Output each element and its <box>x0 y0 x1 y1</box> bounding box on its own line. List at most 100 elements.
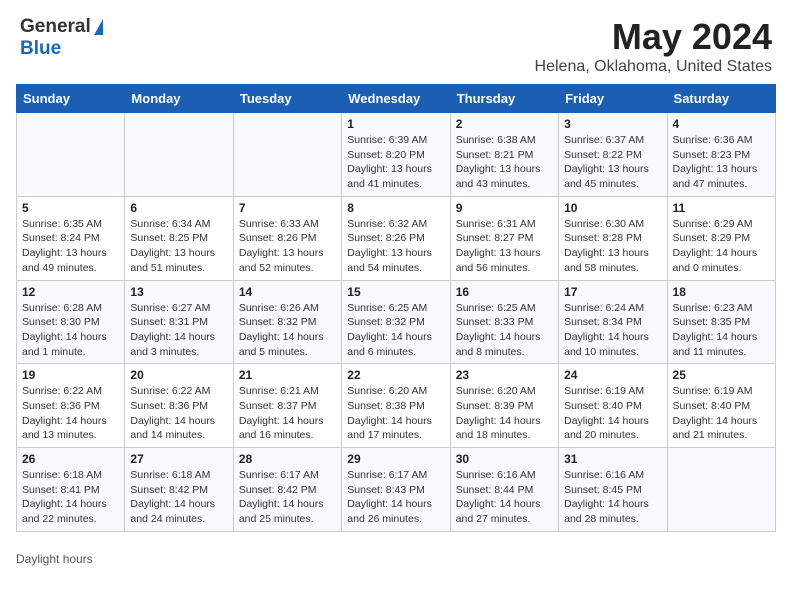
day-number: 26 <box>22 452 119 466</box>
day-number: 24 <box>564 368 661 382</box>
calendar-cell <box>667 448 775 532</box>
day-number: 12 <box>22 285 119 299</box>
day-number: 18 <box>673 285 770 299</box>
calendar-cell: 16Sunrise: 6:25 AMSunset: 8:33 PMDayligh… <box>450 280 558 364</box>
day-number: 29 <box>347 452 444 466</box>
calendar-cell <box>233 113 341 197</box>
day-info: Sunrise: 6:35 AMSunset: 8:24 PMDaylight:… <box>22 217 119 276</box>
calendar-cell: 4Sunrise: 6:36 AMSunset: 8:23 PMDaylight… <box>667 113 775 197</box>
calendar-cell: 10 Sunrise: 6:30 AMSunset: 8:28 PMDayligh… <box>559 196 667 280</box>
day-number: 3 <box>564 117 661 131</box>
col-thursday: Thursday <box>450 85 558 113</box>
calendar-table: Sunday Monday Tuesday Wednesday Thursday… <box>16 84 776 532</box>
day-info: Sunrise: 6:24 AMSunset: 8:34 PMDaylight:… <box>564 301 661 360</box>
day-number: 28 <box>239 452 336 466</box>
day-info: Sunrise: 6:20 AMSunset: 8:38 PMDaylight:… <box>347 384 444 443</box>
calendar-cell <box>125 113 233 197</box>
day-info: Sunrise: 6:38 AMSunset: 8:21 PMDaylight:… <box>456 133 553 192</box>
day-info: Sunrise: 6:34 AMSunset: 8:25 PMDaylight:… <box>130 217 227 276</box>
calendar-cell: 13 Sunrise: 6:27 AMSunset: 8:31 PMDayligh… <box>125 280 233 364</box>
day-number: 10 <box>564 201 661 215</box>
calendar-cell: 24Sunrise: 6:19 AMSunset: 8:40 PMDayligh… <box>559 364 667 448</box>
calendar-cell: 23 Sunrise: 6:20 AMSunset: 8:39 PMDayligh… <box>450 364 558 448</box>
calendar-cell: 7 Sunrise: 6:33 AMSunset: 8:26 PMDaylight… <box>233 196 341 280</box>
day-info: Sunrise: 6:20 AMSunset: 8:39 PMDaylight:… <box>456 384 553 443</box>
day-info: Sunrise: 6:23 AMSunset: 8:35 PMDaylight:… <box>673 301 770 360</box>
day-number: 27 <box>130 452 227 466</box>
col-friday: Friday <box>559 85 667 113</box>
calendar-cell: 15Sunrise: 6:25 AMSunset: 8:32 PMDayligh… <box>342 280 450 364</box>
day-info: Sunrise: 6:30 AMSunset: 8:28 PMDaylight:… <box>564 217 661 276</box>
day-info: Sunrise: 6:31 AMSunset: 8:27 PMDaylight:… <box>456 217 553 276</box>
col-saturday: Saturday <box>667 85 775 113</box>
calendar-cell: 9 Sunrise: 6:31 AMSunset: 8:27 PMDaylight… <box>450 196 558 280</box>
day-info: Sunrise: 6:33 AMSunset: 8:26 PMDaylight:… <box>239 217 336 276</box>
day-number: 5 <box>22 201 119 215</box>
calendar-title: May 2024 <box>535 16 772 58</box>
calendar-week-1: 1Sunrise: 6:39 AMSunset: 8:20 PMDaylight… <box>17 113 776 197</box>
calendar-cell: 17 Sunrise: 6:24 AMSunset: 8:34 PMDayligh… <box>559 280 667 364</box>
calendar-week-2: 5 Sunrise: 6:35 AMSunset: 8:24 PMDaylight… <box>17 196 776 280</box>
col-monday: Monday <box>125 85 233 113</box>
footer: Daylight hours <box>0 548 792 574</box>
day-number: 9 <box>456 201 553 215</box>
calendar-cell: 25 Sunrise: 6:19 AMSunset: 8:40 PMDayligh… <box>667 364 775 448</box>
logo-general-text: General <box>20 16 91 38</box>
calendar-subtitle: Helena, Oklahoma, United States <box>535 58 772 76</box>
day-number: 22 <box>347 368 444 382</box>
day-info: Sunrise: 6:28 AMSunset: 8:30 PMDaylight:… <box>22 301 119 360</box>
day-number: 2 <box>456 117 553 131</box>
calendar-cell: 20Sunrise: 6:22 AMSunset: 8:36 PMDayligh… <box>125 364 233 448</box>
calendar-cell: 6Sunrise: 6:34 AMSunset: 8:25 PMDaylight… <box>125 196 233 280</box>
calendar-container: Sunday Monday Tuesday Wednesday Thursday… <box>0 84 792 548</box>
day-number: 30 <box>456 452 553 466</box>
day-number: 21 <box>239 368 336 382</box>
day-number: 19 <box>22 368 119 382</box>
day-number: 15 <box>347 285 444 299</box>
day-number: 11 <box>673 201 770 215</box>
calendar-cell: 26 Sunrise: 6:18 AMSunset: 8:41 PMDayligh… <box>17 448 125 532</box>
day-info: Sunrise: 6:36 AMSunset: 8:23 PMDaylight:… <box>673 133 770 192</box>
calendar-cell: 22 Sunrise: 6:20 AMSunset: 8:38 PMDayligh… <box>342 364 450 448</box>
logo-triangle-icon <box>94 19 103 35</box>
calendar-cell: 18 Sunrise: 6:23 AMSunset: 8:35 PMDayligh… <box>667 280 775 364</box>
day-info: Sunrise: 6:26 AMSunset: 8:32 PMDaylight:… <box>239 301 336 360</box>
day-info: Sunrise: 6:22 AMSunset: 8:36 PMDaylight:… <box>22 384 119 443</box>
day-number: 13 <box>130 285 227 299</box>
day-info: Sunrise: 6:18 AMSunset: 8:42 PMDaylight:… <box>130 468 227 527</box>
page-header: General Blue May 2024 Helena, Oklahoma, … <box>0 0 792 84</box>
calendar-cell: 3 Sunrise: 6:37 AMSunset: 8:22 PMDaylight… <box>559 113 667 197</box>
day-info: Sunrise: 6:18 AMSunset: 8:41 PMDaylight:… <box>22 468 119 527</box>
calendar-week-4: 19 Sunrise: 6:22 AMSunset: 8:36 PMDayligh… <box>17 364 776 448</box>
day-number: 17 <box>564 285 661 299</box>
calendar-cell: 8 Sunrise: 6:32 AMSunset: 8:26 PMDaylight… <box>342 196 450 280</box>
col-wednesday: Wednesday <box>342 85 450 113</box>
day-number: 23 <box>456 368 553 382</box>
day-number: 14 <box>239 285 336 299</box>
calendar-cell: 29 Sunrise: 6:17 AMSunset: 8:43 PMDayligh… <box>342 448 450 532</box>
day-info: Sunrise: 6:27 AMSunset: 8:31 PMDaylight:… <box>130 301 227 360</box>
day-info: Sunrise: 6:16 AMSunset: 8:45 PMDaylight:… <box>564 468 661 527</box>
daylight-hours-label: Daylight hours <box>16 552 93 566</box>
calendar-cell: 2 Sunrise: 6:38 AMSunset: 8:21 PMDaylight… <box>450 113 558 197</box>
day-number: 31 <box>564 452 661 466</box>
day-number: 7 <box>239 201 336 215</box>
day-number: 16 <box>456 285 553 299</box>
day-info: Sunrise: 6:32 AMSunset: 8:26 PMDaylight:… <box>347 217 444 276</box>
day-number: 25 <box>673 368 770 382</box>
day-info: Sunrise: 6:16 AMSunset: 8:44 PMDaylight:… <box>456 468 553 527</box>
calendar-week-5: 26 Sunrise: 6:18 AMSunset: 8:41 PMDayligh… <box>17 448 776 532</box>
calendar-cell: 28 Sunrise: 6:17 AMSunset: 8:42 PMDayligh… <box>233 448 341 532</box>
calendar-cell: 14 Sunrise: 6:26 AMSunset: 8:32 PMDayligh… <box>233 280 341 364</box>
calendar-cell: 27 Sunrise: 6:18 AMSunset: 8:42 PMDayligh… <box>125 448 233 532</box>
day-info: Sunrise: 6:17 AMSunset: 8:42 PMDaylight:… <box>239 468 336 527</box>
calendar-cell: 30 Sunrise: 6:16 AMSunset: 8:44 PMDayligh… <box>450 448 558 532</box>
day-number: 8 <box>347 201 444 215</box>
day-info: Sunrise: 6:19 AMSunset: 8:40 PMDaylight:… <box>673 384 770 443</box>
day-info: Sunrise: 6:17 AMSunset: 8:43 PMDaylight:… <box>347 468 444 527</box>
day-info: Sunrise: 6:37 AMSunset: 8:22 PMDaylight:… <box>564 133 661 192</box>
calendar-cell: 21Sunrise: 6:21 AMSunset: 8:37 PMDayligh… <box>233 364 341 448</box>
logo: General Blue <box>20 16 103 60</box>
header-row: Sunday Monday Tuesday Wednesday Thursday… <box>17 85 776 113</box>
day-number: 1 <box>347 117 444 131</box>
